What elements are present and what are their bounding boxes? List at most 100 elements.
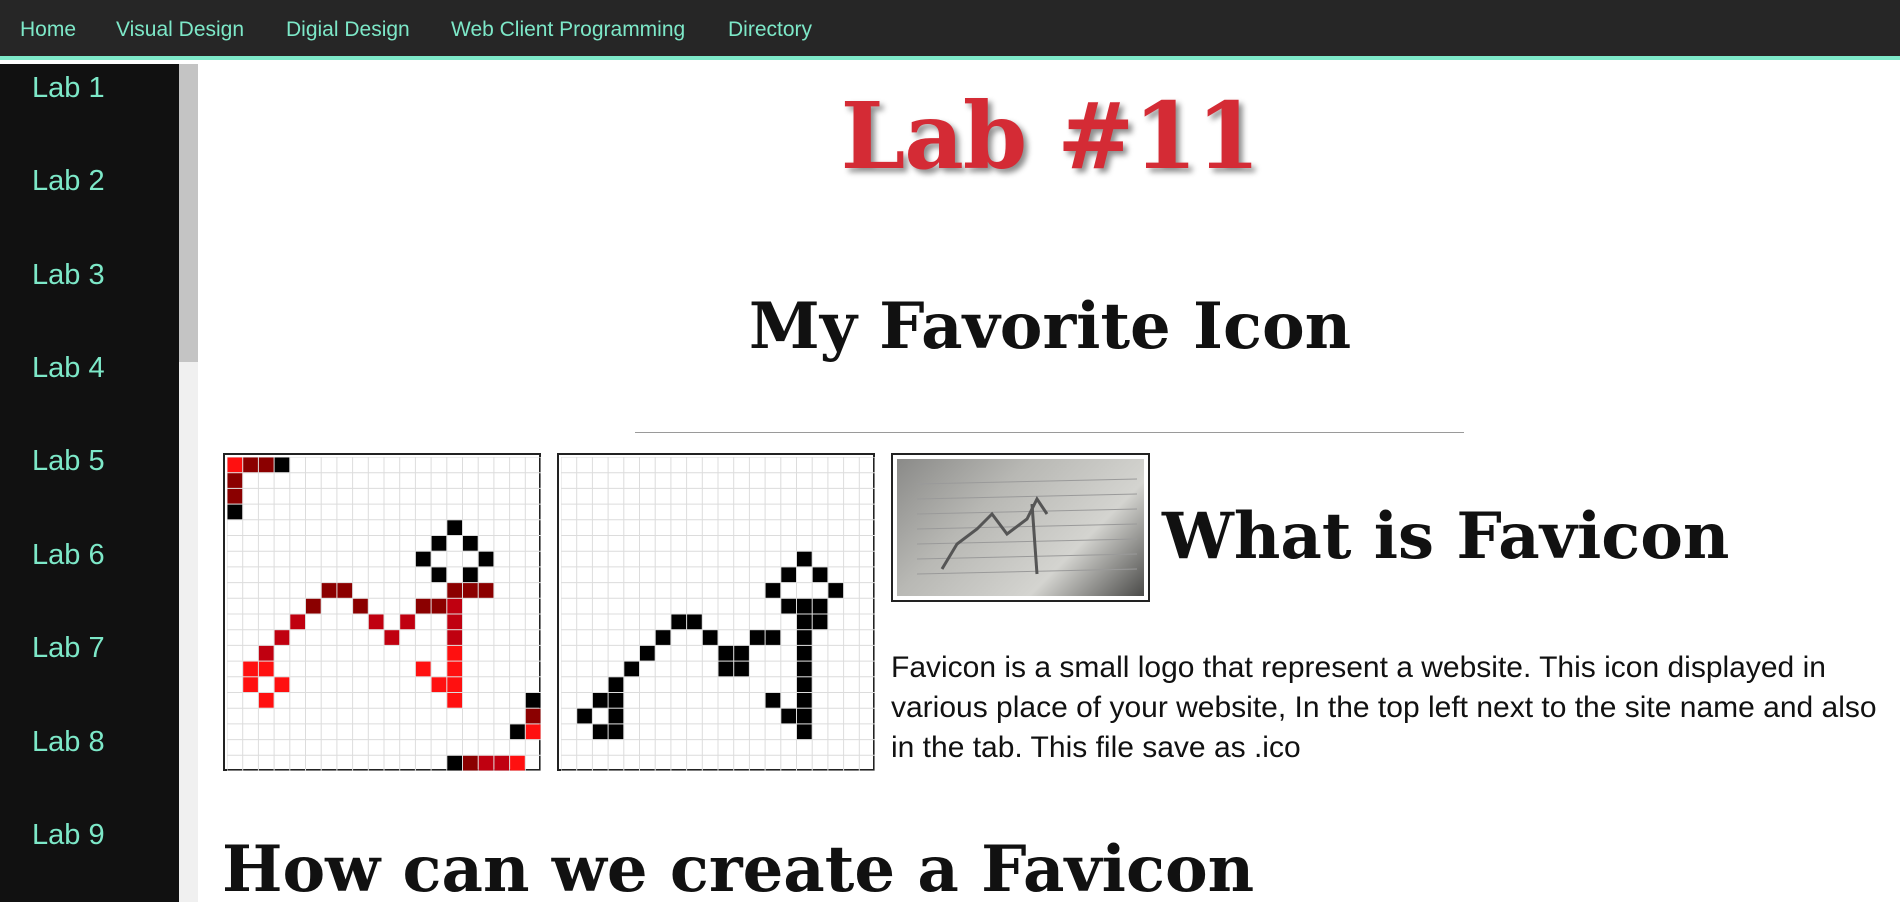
pixel-cell: [734, 645, 749, 661]
pixel-cell: [781, 567, 796, 583]
pixel-cell: [463, 755, 478, 771]
pixel-cell: [765, 583, 781, 598]
pixel-cell: [447, 645, 462, 661]
pixel-cell: [510, 755, 525, 771]
pixel-cell: [671, 614, 687, 630]
pixel-cell: [463, 583, 478, 598]
pixel-cell: [797, 661, 812, 677]
sidebar-item-lab-4[interactable]: Lab 4: [32, 352, 105, 385]
pixel-cell: [227, 504, 243, 520]
color-pixel-grid: [227, 457, 541, 771]
pixel-cell: [274, 630, 290, 645]
pixel-cell: [463, 567, 478, 583]
sidebar-item-lab-1[interactable]: Lab 1: [32, 72, 105, 105]
pixel-cell: [781, 708, 796, 724]
sidebar-item-lab-9[interactable]: Lab 9: [32, 819, 105, 852]
nav-home-link[interactable]: Home: [20, 18, 76, 42]
pixel-cell: [718, 661, 734, 677]
pixel-cell: [525, 724, 541, 740]
favicon-black-pixel-image: [557, 453, 875, 771]
nav-digital-design-link[interactable]: Digial Design: [286, 18, 410, 42]
pixel-cell: [243, 661, 258, 677]
nav-directory-link[interactable]: Directory: [728, 18, 812, 42]
pixel-cell: [828, 583, 844, 598]
pixel-cell: [478, 583, 494, 598]
pixel-cell: [447, 598, 462, 614]
pixel-cell: [447, 614, 462, 630]
pixel-cell: [368, 614, 384, 630]
pixel-cell: [640, 645, 655, 661]
pixel-cell: [525, 708, 541, 724]
pixel-cell: [608, 708, 624, 724]
pixel-cell: [592, 724, 608, 740]
pixel-cell: [243, 457, 258, 473]
pixel-cell: [274, 457, 290, 473]
sidebar-item-lab-6[interactable]: Lab 6: [32, 539, 105, 572]
pixel-cell: [592, 693, 608, 708]
sketch-drawing: [916, 478, 1138, 575]
pixel-cell: [431, 598, 447, 614]
pixel-cell: [274, 677, 290, 692]
pixel-cell: [258, 457, 274, 473]
pixel-cell: [765, 693, 781, 708]
pixel-cell: [290, 614, 305, 630]
pixel-cell: [510, 724, 525, 740]
pixel-cell: [749, 630, 765, 645]
pixel-cell: [447, 693, 462, 708]
favicon-color-pixel-image: [223, 453, 541, 771]
pixel-cell: [812, 598, 828, 614]
pixel-cell: [431, 536, 447, 551]
sidebar-item-lab-8[interactable]: Lab 8: [32, 726, 105, 759]
pixel-cell: [415, 551, 431, 567]
pixel-cell: [797, 677, 812, 692]
pixel-cell: [447, 520, 462, 535]
nav-visual-design-link[interactable]: Visual Design: [116, 18, 244, 42]
pixel-cell: [431, 567, 447, 583]
pixel-cell: [797, 551, 812, 567]
pixel-cell: [447, 677, 462, 692]
sidebar-scrollbar[interactable]: [179, 64, 198, 902]
page-title: Lab #11: [840, 82, 1261, 190]
pixel-cell: [227, 488, 243, 504]
pixel-cell: [227, 457, 243, 473]
sidebar-scrollbar-thumb[interactable]: [179, 64, 198, 362]
pixel-cell: [765, 630, 781, 645]
pixel-cell: [337, 583, 353, 598]
black-pixel-grid: [561, 457, 875, 771]
pixel-cell: [447, 583, 462, 598]
pixel-cell: [258, 661, 274, 677]
pixel-cell: [797, 630, 812, 645]
pixel-cell: [415, 661, 431, 677]
pixel-cell: [655, 630, 671, 645]
pixel-cell: [447, 755, 462, 771]
sidebar: Lab 1 Lab 2 Lab 3 Lab 4 Lab 5 Lab 6 Lab …: [0, 64, 179, 902]
pixel-cell: [797, 724, 812, 740]
pixel-cell: [577, 708, 592, 724]
pixel-cell: [353, 598, 368, 614]
pixel-cell: [400, 614, 415, 630]
pixel-cell: [624, 661, 639, 677]
pixel-cell: [447, 661, 462, 677]
divider: [635, 432, 1464, 433]
pixel-cell: [447, 630, 462, 645]
sidebar-item-lab-7[interactable]: Lab 7: [32, 632, 105, 665]
pixel-cell: [463, 536, 478, 551]
pixel-cell: [494, 755, 510, 771]
pixel-cell: [812, 614, 828, 630]
nav-web-client-programming-link[interactable]: Web Client Programming: [451, 18, 685, 42]
pixel-cell: [321, 583, 337, 598]
what-is-favicon-heading: What is Favicon: [1162, 499, 1730, 574]
favicon-sketch-photo: [891, 453, 1150, 602]
pixel-cell: [781, 598, 796, 614]
pixel-cell: [797, 693, 812, 708]
pixel-cell: [478, 551, 494, 567]
sidebar-item-lab-3[interactable]: Lab 3: [32, 259, 105, 292]
pixel-cell: [306, 598, 321, 614]
pixel-cell: [431, 677, 447, 692]
pixel-cell: [525, 693, 541, 708]
sidebar-item-lab-2[interactable]: Lab 2: [32, 165, 105, 198]
pixel-cell: [258, 693, 274, 708]
sidebar-item-lab-5[interactable]: Lab 5: [32, 445, 105, 478]
pixel-cell: [243, 677, 258, 692]
pixel-cell: [608, 693, 624, 708]
